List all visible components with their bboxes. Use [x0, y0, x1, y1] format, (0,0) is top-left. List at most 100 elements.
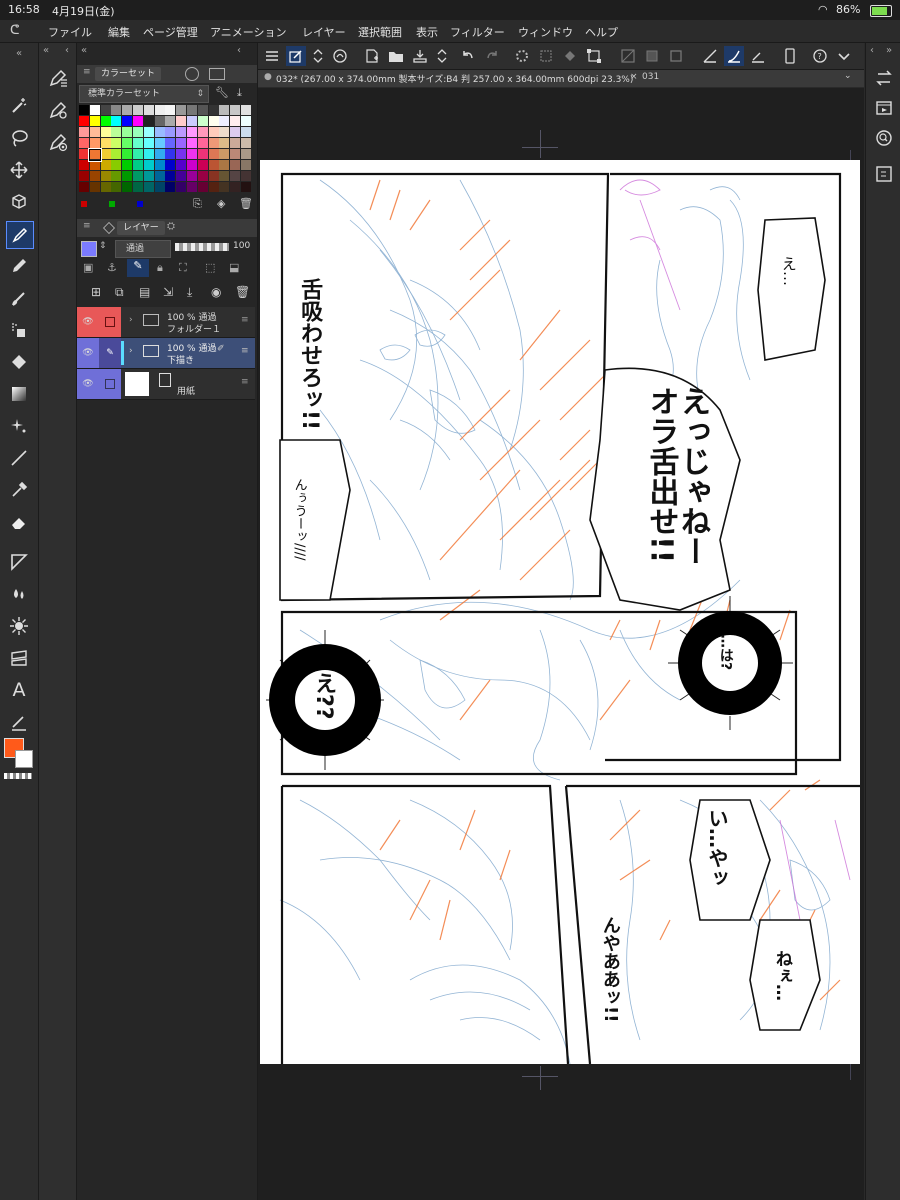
color-swatch[interactable] — [111, 127, 122, 137]
color-swatch[interactable] — [143, 160, 154, 170]
color-swatch[interactable] — [133, 138, 143, 148]
color-swatch[interactable] — [122, 149, 133, 159]
color-swatch[interactable] — [79, 171, 89, 181]
color-swatch[interactable] — [165, 160, 176, 170]
color-swatch[interactable] — [79, 127, 89, 137]
lock-alpha-icon[interactable]: ⛶ — [179, 261, 187, 275]
color-swatch[interactable] — [219, 105, 230, 115]
visibility-eye-icon[interactable]: 👁︎ — [77, 307, 99, 337]
panel-menu-icon[interactable]: ≡ — [83, 221, 91, 231]
color-swatch[interactable] — [197, 138, 208, 148]
merge-down-icon[interactable]: ⤓ — [187, 285, 192, 300]
color-swatch[interactable] — [79, 182, 89, 192]
mask-display-icon[interactable] — [666, 46, 686, 66]
text-tool[interactable]: A — [6, 677, 32, 703]
menu-selection[interactable]: 選択範囲 — [358, 24, 402, 40]
color-swatch[interactable] — [165, 116, 176, 126]
color-swatch[interactable] — [187, 149, 197, 159]
color-swatch[interactable] — [241, 116, 251, 126]
color-swatch[interactable] — [219, 116, 230, 126]
red-swatch[interactable] — [81, 201, 87, 207]
main-menu-icon[interactable] — [262, 46, 282, 66]
chevron-left-icon[interactable]: ‹ — [237, 45, 241, 56]
color-swatch[interactable] — [133, 105, 143, 115]
menu-page[interactable]: ページ管理 — [143, 24, 198, 40]
burst-tool[interactable] — [6, 613, 32, 639]
new-vector-layer-icon[interactable]: ⧉ — [115, 285, 124, 300]
color-swatch[interactable] — [219, 182, 230, 192]
color-swatch[interactable] — [176, 105, 187, 115]
menu-animation[interactable]: アニメーション — [210, 24, 287, 40]
color-swatch[interactable] — [154, 160, 165, 170]
material-icon[interactable] — [873, 163, 895, 185]
color-swatch[interactable] — [79, 105, 89, 115]
color-swatch[interactable] — [165, 105, 176, 115]
add-color-icon[interactable]: ⎘ — [193, 197, 202, 211]
redo-icon[interactable] — [482, 46, 502, 66]
color-swatch[interactable] — [176, 160, 187, 170]
brush-tool[interactable] — [6, 285, 32, 311]
color-swatch[interactable] — [133, 160, 143, 170]
collapse-icon[interactable]: « — [81, 45, 87, 56]
color-swatch[interactable] — [219, 127, 230, 137]
color-swatch[interactable] — [230, 127, 241, 137]
color-swatch[interactable] — [197, 127, 208, 137]
edit-mode-icon[interactable] — [286, 46, 306, 66]
color-swatch[interactable] — [176, 182, 187, 192]
color-swatch[interactable] — [89, 160, 100, 170]
color-swatch[interactable] — [143, 149, 154, 159]
chevron-down-icon[interactable] — [834, 46, 854, 66]
trash-icon[interactable]: 🗑︎ — [235, 285, 250, 299]
color-swatch[interactable] — [154, 149, 165, 159]
color-swatch[interactable] — [197, 116, 208, 126]
replace-color-icon[interactable]: ◈ — [217, 197, 225, 210]
fill-selection-icon[interactable] — [560, 46, 580, 66]
color-swatch[interactable] — [176, 171, 187, 181]
color-swatch[interactable] — [89, 171, 100, 181]
color-swatch[interactable] — [241, 182, 251, 192]
color-swatch[interactable] — [219, 149, 230, 159]
gradient-tool[interactable] — [6, 381, 32, 407]
app-logo-icon[interactable]: ᕦ — [10, 23, 20, 38]
blue-swatch[interactable] — [137, 201, 143, 207]
color-swatch[interactable] — [197, 171, 208, 181]
clear-selection-icon[interactable] — [536, 46, 556, 66]
color-swatch[interactable] — [208, 160, 219, 170]
color-swatch[interactable] — [165, 171, 176, 181]
color-swatch[interactable] — [230, 138, 241, 148]
layer-mask-icon[interactable]: ◉ — [211, 285, 221, 299]
drag-handle-icon[interactable]: ≡ — [241, 315, 249, 325]
color-swatch[interactable] — [79, 138, 89, 148]
color-set-select[interactable]: 標準カラーセット ⇕ — [79, 85, 209, 103]
3d-object-tool[interactable] — [6, 189, 32, 215]
pen-tool[interactable] — [6, 221, 34, 249]
menu-file[interactable]: ファイル — [48, 24, 92, 40]
menu-layer[interactable]: レイヤー — [302, 24, 346, 40]
collapse-icon[interactable]: « — [43, 45, 49, 56]
color-swatch[interactable] — [154, 138, 165, 148]
color-swatch[interactable] — [100, 116, 111, 126]
line-tool[interactable] — [6, 445, 32, 471]
layer-color-icon[interactable] — [81, 241, 97, 257]
color-swatch[interactable] — [208, 116, 219, 126]
gallery-icon[interactable] — [330, 46, 350, 66]
chevron-updown-icon[interactable] — [432, 46, 452, 66]
color-swatch[interactable] — [208, 149, 219, 159]
snap-off-icon[interactable] — [618, 46, 638, 66]
tab-layer[interactable]: レイヤー — [117, 221, 165, 235]
color-swatch[interactable] — [176, 127, 187, 137]
menu-filter[interactable]: フィルター — [450, 24, 505, 40]
color-swatch[interactable] — [133, 171, 143, 181]
crop-icon[interactable] — [642, 46, 662, 66]
close-icon[interactable]: × — [630, 72, 638, 82]
color-swatch[interactable] — [230, 149, 241, 159]
color-swatch-grid[interactable] — [79, 105, 253, 195]
color-swatch[interactable] — [176, 149, 187, 159]
color-swatch[interactable] — [100, 105, 111, 115]
color-swatch[interactable] — [208, 182, 219, 192]
color-swatch[interactable] — [79, 160, 89, 170]
color-swatch[interactable] — [219, 160, 230, 170]
edit-pen-icon[interactable]: ✎ — [99, 338, 121, 368]
trash-icon[interactable]: 🗑︎ — [239, 197, 253, 210]
color-swatch[interactable] — [122, 127, 133, 137]
